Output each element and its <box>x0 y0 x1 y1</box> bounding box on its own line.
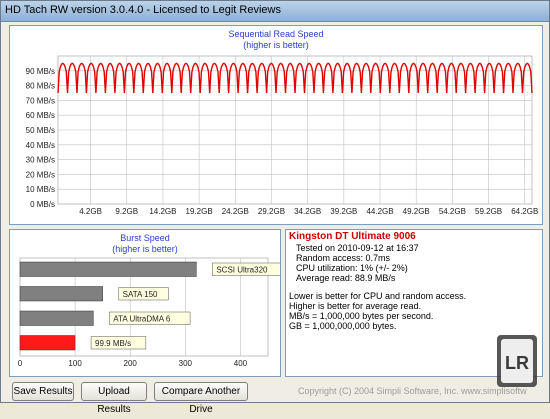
note-higher-better: Higher is better for average read. <box>289 301 422 311</box>
svg-text:LR: LR <box>505 353 529 373</box>
title-bar[interactable]: HD Tach RW version 3.0.4.0 - Licensed to… <box>1 1 549 22</box>
seq-chart-subtitle: (higher is better) <box>243 40 309 50</box>
read-speed-line <box>57 62 533 94</box>
note-lower-better: Lower is better for CPU and random acces… <box>289 291 467 301</box>
drive-name: Kingston DT Ultimate 9006 <box>289 231 416 242</box>
seq-y-tick-label: 10 MB/s <box>26 185 55 194</box>
burst-bar <box>19 261 197 277</box>
burst-chart-title: Burst Speed <box>120 233 170 243</box>
burst-x-tick-label: 200 <box>124 359 138 368</box>
seq-x-tick-label: 24.2GB <box>222 207 249 216</box>
seq-x-tick-label: 4.2GB <box>79 207 102 216</box>
seq-x-tick-label: 49.2GB <box>403 207 430 216</box>
burst-bar-label: ATA UltraDMA 6 <box>113 314 171 323</box>
burst-bar-label: SCSI Ultra320 <box>216 265 268 274</box>
seq-x-tick-label: 14.2GB <box>149 207 176 216</box>
seq-x-tick-label: 54.2GB <box>439 207 466 216</box>
burst-chart-subtitle: (higher is better) <box>112 244 178 254</box>
seq-y-tick-label: 70 MB/s <box>26 96 55 105</box>
upload-results-button[interactable]: Upload Results <box>81 382 147 415</box>
seq-x-tick-label: 29.2GB <box>258 207 285 216</box>
seq-x-tick-label: 44.2GB <box>366 207 393 216</box>
burst-bar <box>19 310 94 326</box>
sequential-read-panel: Sequential Read Speed (higher is better)… <box>9 25 543 225</box>
seq-y-tick-label: 60 MB/s <box>26 111 55 120</box>
compare-drive-button[interactable]: Compare Another Drive <box>154 382 248 415</box>
seq-y-tick-label: 30 MB/s <box>26 156 55 165</box>
sequential-read-chart: Sequential Read Speed (higher is better)… <box>26 29 539 216</box>
seq-x-tick-label: 9.2GB <box>115 207 138 216</box>
note-gb: GB = 1,000,000,000 bytes. <box>289 321 397 331</box>
average-read: Average read: 88.9 MB/s <box>296 273 396 283</box>
burst-speed-chart: Burst Speed (higher is better) SCSI Ultr… <box>18 233 289 368</box>
burst-bar <box>19 335 76 351</box>
seq-y-tick-label: 90 MB/s <box>26 67 55 76</box>
seq-y-tick-label: 40 MB/s <box>26 141 55 150</box>
seq-y-tick-label: 20 MB/s <box>26 170 55 179</box>
burst-x-tick-label: 0 <box>18 359 23 368</box>
app-window: HD Tach RW version 3.0.4.0 - Licensed to… <box>0 0 550 415</box>
burst-x-tick-label: 300 <box>179 359 193 368</box>
legit-reviews-logo: LR <box>497 335 537 387</box>
note-mbs: MB/s = 1,000,000 bytes per second. <box>289 311 434 321</box>
seq-x-tick-label: 59.2GB <box>475 207 502 216</box>
burst-x-tick-label: 400 <box>234 359 248 368</box>
burst-bar-label: 99.9 MB/s <box>95 339 131 348</box>
cpu-utilization: CPU utilization: 1% (+/- 2%) <box>296 263 408 273</box>
burst-bar <box>19 286 103 302</box>
seq-x-tick-label: 34.2GB <box>294 207 321 216</box>
window-title: HD Tach RW version 3.0.4.0 - Licensed to… <box>5 4 281 16</box>
seq-chart-title: Sequential Read Speed <box>228 29 323 39</box>
random-access: Random access: 0.7ms <box>296 253 391 263</box>
seq-x-tick-label: 39.2GB <box>330 207 357 216</box>
seq-y-tick-label: 80 MB/s <box>26 82 55 91</box>
seq-y-tick-label: 0 MB/s <box>30 200 55 209</box>
seq-y-tick-label: 50 MB/s <box>26 126 55 135</box>
save-results-button[interactable]: Save Results <box>12 382 74 401</box>
burst-x-tick-label: 100 <box>68 359 82 368</box>
burst-speed-panel: Burst Speed (higher is better) SCSI Ultr… <box>9 229 289 377</box>
seq-x-tick-label: 19.2GB <box>186 207 213 216</box>
seq-x-tick-label: 64.2GB <box>511 207 538 216</box>
test-date: Tested on 2010-09-12 at 16:37 <box>296 243 419 253</box>
burst-bar-label: SATA 150 <box>123 290 158 299</box>
